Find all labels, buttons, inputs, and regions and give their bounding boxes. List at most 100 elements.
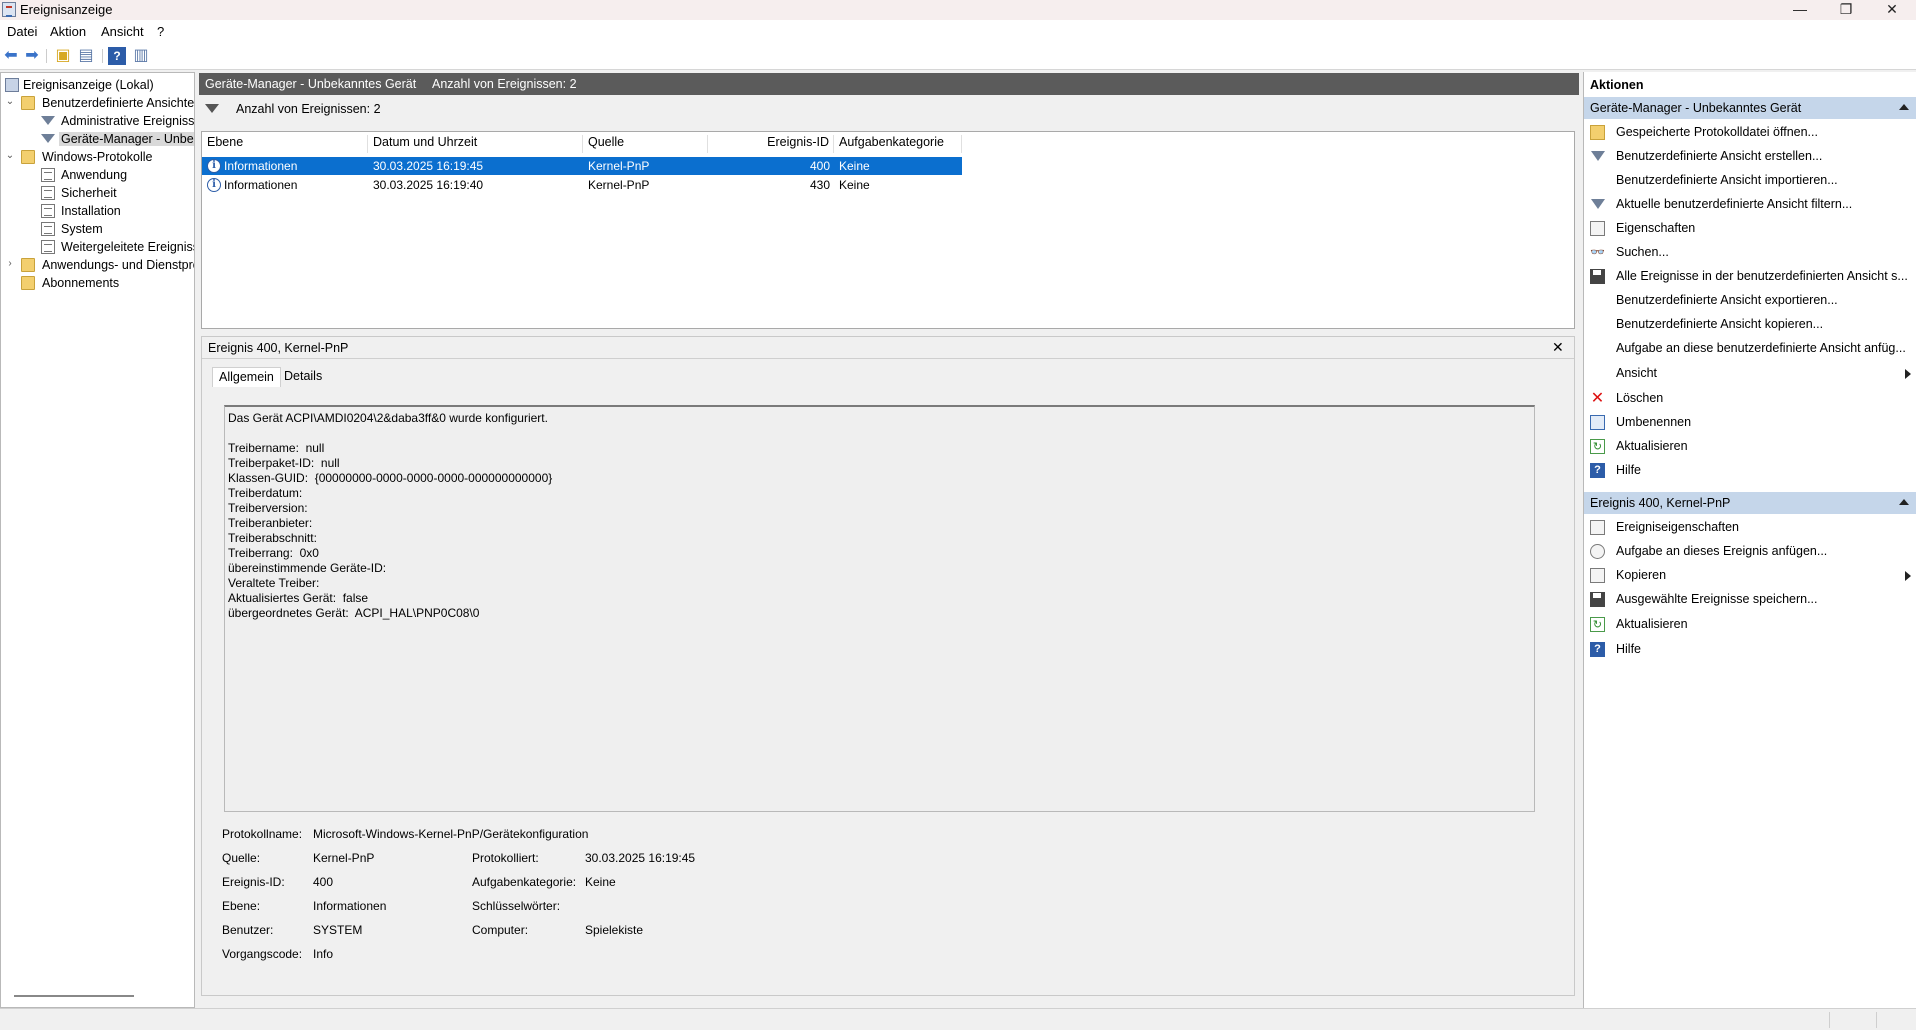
info-icon: i — [207, 159, 221, 173]
collapse-arrow-icon[interactable] — [1899, 104, 1909, 110]
folder-icon — [21, 258, 35, 272]
filter-new-icon — [1591, 151, 1605, 161]
table-row[interactable]: i Informationen 30.03.2025 16:19:45 Kern… — [202, 157, 962, 175]
message-line: übereinstimmende Geräte-ID: — [228, 561, 387, 575]
action-label: Aktualisieren — [1616, 439, 1688, 453]
action-refresh[interactable]: ↻ Aktualisieren — [1584, 435, 1916, 459]
message-line: Treibername: null — [228, 441, 325, 455]
toolbar-separator — [102, 49, 103, 63]
event-properties-icon — [1590, 520, 1605, 535]
refresh-icon: ↻ — [1590, 439, 1605, 454]
tree-item-security[interactable]: Sicherheit — [1, 185, 194, 203]
action-copy-view[interactable]: Benutzerdefinierte Ansicht kopieren... — [1584, 313, 1916, 337]
action-import-view[interactable]: Benutzerdefinierte Ansicht importieren..… — [1584, 169, 1916, 193]
tree-item-label: Benutzerdefinierte Ansichten — [42, 96, 194, 110]
action-label: Löschen — [1616, 391, 1664, 405]
log-icon — [41, 186, 55, 200]
task-icon — [1590, 544, 1605, 559]
message-line: Treiberrang: 0x0 — [228, 546, 319, 560]
action-search[interactable]: 👓 Suchen... — [1584, 241, 1916, 265]
tree-item-device-manager[interactable]: Geräte-Manager - Unbekanntes Gerät — [1, 131, 194, 149]
actions-section-event[interactable]: Ereignis 400, Kernel-PnP — [1584, 492, 1916, 514]
collapse-arrow-icon[interactable] — [1899, 499, 1909, 505]
action-attach-task-event[interactable]: Aufgabe an dieses Ereignis anfügen... — [1584, 540, 1916, 564]
column-header-aufgabenkategorie[interactable]: Aufgabenkategorie — [834, 135, 962, 153]
tab-details[interactable]: Details — [278, 367, 328, 387]
tree-item-windows-logs[interactable]: ⌄ Windows-Protokolle — [1, 149, 194, 167]
action-label: Suchen... — [1616, 245, 1669, 259]
action-ansicht[interactable]: Ansicht — [1584, 362, 1916, 386]
folder-open-icon — [1590, 125, 1605, 140]
tree-item-admin-events[interactable]: Administrative Ereignisse — [1, 113, 194, 131]
tree-item-app-service-logs[interactable]: › Anwendungs- und Dienstprotokolle — [1, 257, 194, 275]
action-event-properties[interactable]: Ereigniseigenschaften — [1584, 516, 1916, 540]
tree-item-label: Installation — [61, 204, 121, 218]
minimize-button[interactable]: — — [1778, 0, 1822, 20]
tree-item-subscriptions[interactable]: Abonnements — [1, 275, 194, 293]
actions-section-view[interactable]: Geräte-Manager - Unbekanntes Gerät — [1584, 97, 1916, 119]
field-label-protokollname: Protokollname: — [222, 827, 303, 841]
menu-help[interactable]: ? — [157, 24, 164, 39]
filter-icon — [1591, 199, 1605, 209]
submenu-arrow-icon — [1905, 369, 1911, 379]
section-title: Geräte-Manager - Unbekanntes Gerät — [1590, 101, 1802, 115]
maximize-button[interactable]: ❐ — [1824, 0, 1868, 20]
menu-datei[interactable]: Datei — [7, 24, 37, 39]
action-help[interactable]: ? Hilfe — [1584, 459, 1916, 483]
action-save-all[interactable]: Alle Ereignisse in der benutzerdefiniert… — [1584, 265, 1916, 289]
collapse-icon[interactable]: ⌄ — [5, 150, 15, 161]
tree-horizontal-scrollbar[interactable] — [14, 995, 134, 997]
cell-datetime: 30.03.2025 16:19:45 — [373, 159, 484, 173]
action-attach-task-view[interactable]: Aufgabe an diese benutzerdefinierte Ansi… — [1584, 337, 1916, 361]
binoculars-icon: 👓 — [1590, 245, 1605, 259]
tree-item-system[interactable]: System — [1, 221, 194, 239]
show-hide-actions-icon[interactable]: ▥ — [132, 47, 150, 65]
close-icon[interactable]: ✕ — [1552, 339, 1564, 356]
field-label-ebene: Ebene: — [222, 899, 261, 913]
tree-item-custom-views[interactable]: ⌄ Benutzerdefinierte Ansichten — [1, 95, 194, 113]
action-save-selected[interactable]: Ausgewählte Ereignisse speichern... — [1584, 588, 1916, 612]
folder-icon — [21, 276, 35, 290]
tree-item-root[interactable]: Ereignisanzeige (Lokal) — [1, 77, 194, 95]
help-icon[interactable]: ? — [108, 47, 126, 65]
action-export-view[interactable]: Benutzerdefinierte Ansicht exportieren..… — [1584, 289, 1916, 313]
action-rename[interactable]: Umbenennen — [1584, 411, 1916, 435]
event-count: Anzahl von Ereignissen: 2 — [432, 77, 577, 91]
event-message-box[interactable]: Das Gerät ACPI\AMDI0204\2&daba3ff&0 wurd… — [224, 405, 1535, 812]
menu-ansicht[interactable]: Ansicht — [101, 24, 144, 39]
tree-item-installation[interactable]: Installation — [1, 203, 194, 221]
close-button[interactable]: ✕ — [1870, 0, 1914, 20]
action-label: Aktualisieren — [1616, 617, 1688, 631]
message-line: Klassen-GUID: {00000000-0000-0000-0000-0… — [228, 471, 553, 485]
action-refresh-event[interactable]: ↻ Aktualisieren — [1584, 613, 1916, 637]
column-header-datum[interactable]: Datum und Uhrzeit — [368, 135, 583, 153]
action-label: Benutzerdefinierte Ansicht importieren..… — [1616, 173, 1838, 187]
actions-pane: Aktionen Geräte-Manager - Unbekanntes Ge… — [1583, 72, 1916, 1008]
action-create-view[interactable]: Benutzerdefinierte Ansicht erstellen... — [1584, 145, 1916, 169]
column-header-quelle[interactable]: Quelle — [583, 135, 708, 153]
collapse-icon[interactable]: ⌄ — [5, 96, 15, 107]
menu-aktion[interactable]: Aktion — [50, 24, 86, 39]
action-copy[interactable]: Kopieren — [1584, 564, 1916, 588]
table-row[interactable]: i Informationen 30.03.2025 16:19:40 Kern… — [202, 176, 962, 194]
show-hide-tree-icon[interactable]: ▤ — [77, 47, 95, 65]
forward-icon[interactable]: ➡ — [23, 47, 41, 65]
field-label-quelle: Quelle: — [222, 851, 261, 865]
console-tree: Ereignisanzeige (Lokal) ⌄ Benutzerdefini… — [0, 72, 195, 1008]
back-icon[interactable]: ⬅ — [2, 47, 20, 65]
up-folder-icon[interactable]: ▣ — [54, 47, 72, 65]
column-header-ereignis-id[interactable]: Ereignis-ID — [708, 135, 834, 153]
expand-icon[interactable]: › — [5, 258, 15, 269]
tree-item-application[interactable]: Anwendung — [1, 167, 194, 185]
action-help-event[interactable]: ? Hilfe — [1584, 638, 1916, 662]
field-label-ereignis-id: Ereignis-ID: — [222, 875, 285, 889]
tab-allgemein[interactable]: Allgemein — [212, 367, 281, 387]
action-properties[interactable]: Eigenschaften — [1584, 217, 1916, 241]
message-line: Veraltete Treiber: — [228, 576, 320, 590]
action-delete[interactable]: ✕ Löschen — [1584, 387, 1916, 411]
action-filter-view[interactable]: Aktuelle benutzerdefinierte Ansicht filt… — [1584, 193, 1916, 217]
field-value-aufgabenkategorie: Keine — [585, 875, 616, 889]
column-header-ebene[interactable]: Ebene — [202, 135, 368, 153]
tree-item-forwarded-events[interactable]: Weitergeleitete Ereignisse — [1, 239, 194, 257]
action-open-log[interactable]: Gespeicherte Protokolldatei öffnen... — [1584, 121, 1916, 145]
